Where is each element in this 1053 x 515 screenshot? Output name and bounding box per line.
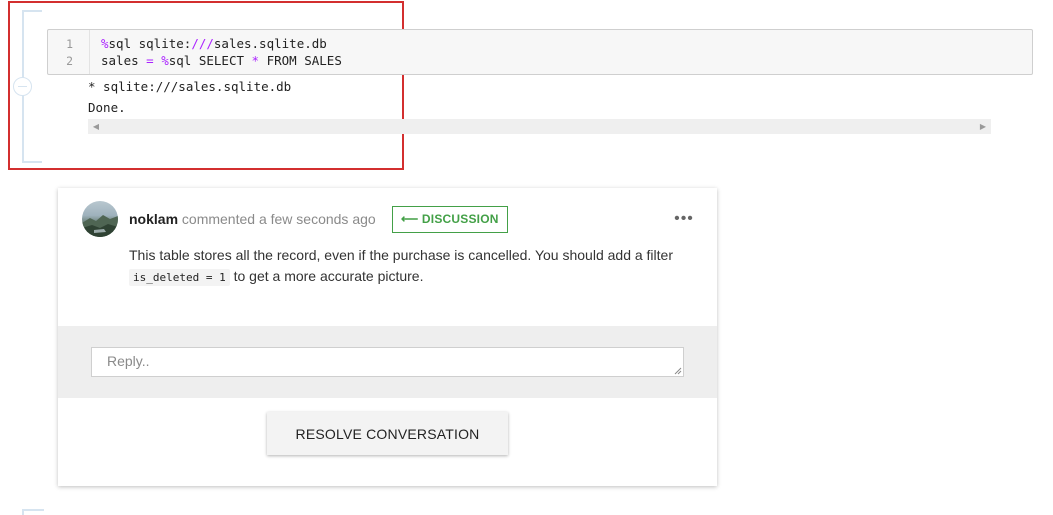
- line-gutter: 1 2: [48, 30, 90, 74]
- scroll-left-icon[interactable]: ◀: [90, 119, 102, 134]
- code-token: =: [146, 53, 154, 68]
- code-editor[interactable]: 1 2 %sql sqlite:///sales.sqlite.db sales…: [47, 29, 1033, 75]
- comment-text: to get a more accurate picture.: [229, 268, 424, 284]
- avatar: [82, 201, 118, 237]
- collapse-icon[interactable]: [13, 77, 32, 96]
- line-number: 2: [66, 54, 73, 68]
- output-line: Done.: [88, 100, 126, 115]
- more-options-icon[interactable]: •••: [672, 210, 696, 232]
- code-token: sales.sqlite.db: [213, 36, 327, 51]
- horizontal-scrollbar[interactable]: ◀ ▶: [88, 119, 991, 134]
- code-token: sql SELECT: [168, 53, 252, 68]
- resolve-conversation-button[interactable]: RESOLVE CONVERSATION: [267, 412, 508, 455]
- comment-card: noklam commented a few seconds ago ⟵ DIS…: [58, 188, 717, 486]
- reply-section: [58, 326, 717, 398]
- reply-input[interactable]: [91, 347, 684, 377]
- comment-body: This table stores all the record, even i…: [129, 245, 689, 288]
- inline-code: is_deleted = 1: [129, 269, 230, 286]
- next-cell-bracket: [22, 509, 44, 515]
- comment-timestamp: commented a few seconds ago: [178, 211, 376, 227]
- comment-text: This table stores all the record, even i…: [129, 247, 673, 263]
- code-token: ///: [191, 36, 214, 51]
- code-token: %: [161, 53, 169, 68]
- output-line: * sqlite:///sales.sqlite.db: [88, 79, 292, 94]
- comment-header: noklam commented a few seconds ago: [129, 211, 376, 227]
- code-token: FROM SALES: [259, 53, 342, 68]
- author-name[interactable]: noklam: [129, 211, 178, 227]
- code-line-1: %sql sqlite:///sales.sqlite.db: [101, 36, 327, 51]
- code-token: %: [101, 36, 109, 51]
- scroll-right-icon[interactable]: ▶: [977, 119, 989, 134]
- code-token: sql sqlite:: [108, 36, 192, 51]
- code-token: sales: [101, 53, 147, 68]
- code-line-2: sales = %sql SELECT * FROM SALES: [101, 53, 342, 68]
- code-token: *: [251, 53, 260, 68]
- discussion-tag[interactable]: ⟵ DISCUSSION: [392, 206, 508, 233]
- line-number: 1: [66, 37, 73, 51]
